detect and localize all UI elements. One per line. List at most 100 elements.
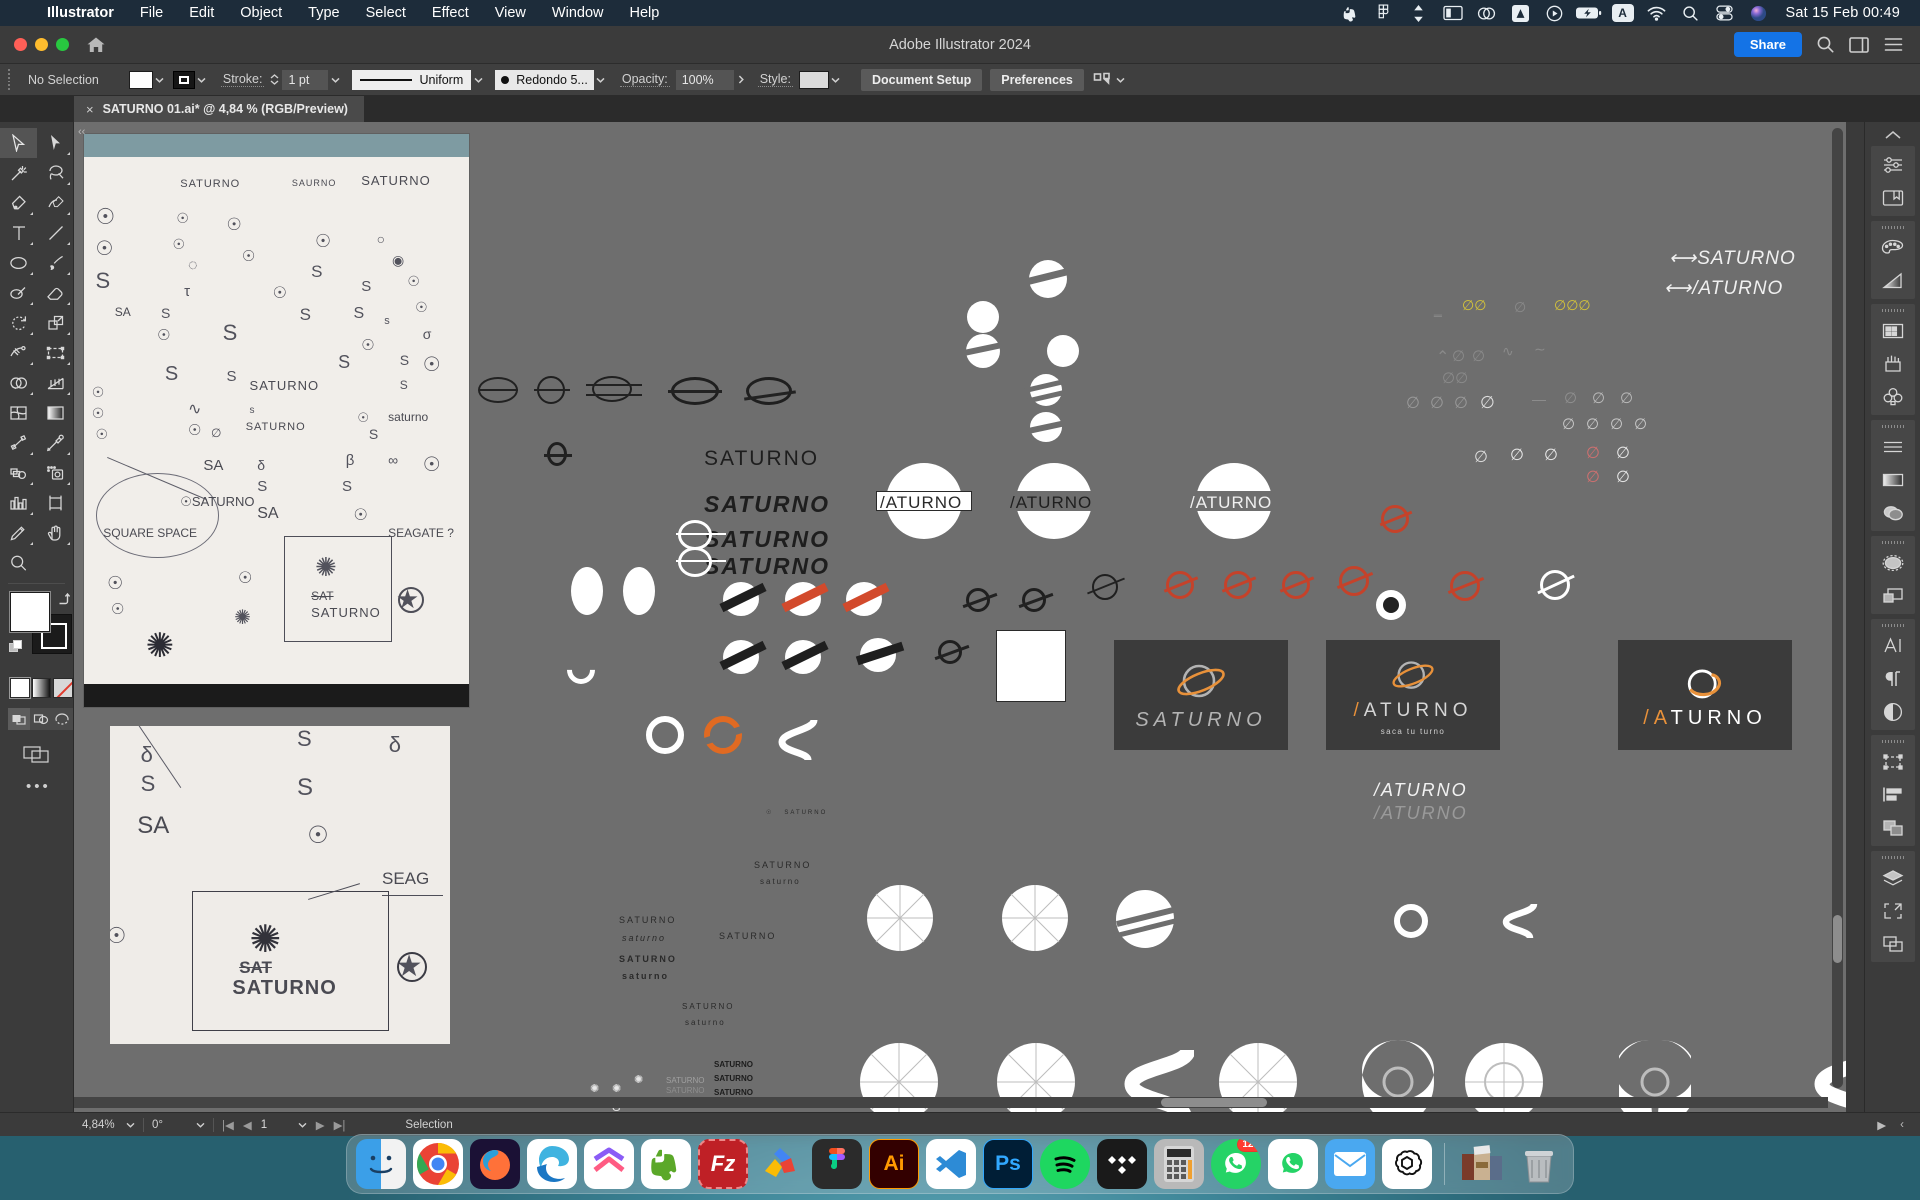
color-palette-icon[interactable] [1871, 231, 1915, 264]
canvas-area[interactable]: ‹‹ SATURNO SAURNO SATURNO ☉ ☉ S ☉ ☉ ◌ τ [74, 122, 1864, 1112]
menu-select[interactable]: Select [353, 1, 419, 25]
planet-shape-2[interactable] [967, 301, 999, 333]
default-fill-stroke-icon[interactable] [9, 640, 24, 655]
dock-app-mail[interactable] [1325, 1139, 1375, 1189]
transform-icon[interactable] [1871, 745, 1915, 778]
character-icon[interactable] [1871, 629, 1915, 662]
symbol-sprayer-tool[interactable] [0, 458, 37, 488]
sketch-photo-bottom[interactable]: δ S S δ S SA ☉ SEAG ✺ SAT SATURNO ★ ☉ [110, 726, 450, 1044]
logo-sketch-ring-5[interactable] [744, 376, 796, 410]
search-icon[interactable] [1814, 34, 1836, 56]
dock-app-visual-studio-code[interactable] [926, 1139, 976, 1189]
align-icon[interactable] [1871, 778, 1915, 811]
align-to-selection-icon[interactable] [1092, 69, 1114, 91]
planet-shape-5[interactable] [1024, 374, 1070, 406]
striped-planet-4[interactable] [719, 640, 767, 674]
graphic-style-swatch[interactable] [798, 70, 829, 89]
artboard-chevron-down-icon[interactable] [298, 1119, 307, 1131]
none-fill-mode-button[interactable] [53, 678, 74, 698]
shaper-tool[interactable] [0, 278, 37, 308]
status-play-icon[interactable]: ▶ [1877, 1118, 1886, 1132]
artboards-icon[interactable] [1871, 927, 1915, 960]
panel-drag-handle[interactable] [1871, 422, 1915, 430]
small-ring-mid-1[interactable] [1394, 904, 1428, 938]
logo-sketch-ring-3[interactable] [586, 374, 642, 408]
lasso-tool[interactable] [37, 158, 74, 188]
fill-color-swatch[interactable] [128, 70, 153, 89]
dock-app-microsoft-edge[interactable] [527, 1139, 577, 1189]
circle-wordmark-2[interactable]: /ATURNO [1006, 463, 1102, 539]
column-graph-tool[interactable] [0, 488, 37, 518]
menu-window[interactable]: Window [539, 1, 617, 25]
next-artboard-icon[interactable]: ▶ [316, 1118, 325, 1132]
planet-shape-3[interactable] [961, 334, 1005, 368]
gradient-fill-mode-button[interactable] [31, 678, 52, 698]
stroke-dropdown-chevron-down-icon[interactable] [195, 71, 209, 89]
zoom-tool[interactable] [0, 548, 37, 578]
pencil-tool[interactable] [0, 518, 37, 548]
panel-drag-handle[interactable] [1871, 737, 1915, 745]
tiny-text-1[interactable]: ☉ SATURNO [766, 809, 827, 816]
home-icon[interactable] [85, 34, 107, 56]
oval-shape-1[interactable] [571, 567, 603, 615]
brushes-icon[interactable] [1871, 347, 1915, 380]
status-collapse-icon[interactable]: ‹ [1900, 1119, 1904, 1131]
figma-icon[interactable] [1368, 0, 1402, 26]
dock-app-chatgpt[interactable] [1382, 1139, 1432, 1189]
zoom-level-field[interactable]: 4,84% [82, 1119, 126, 1131]
eyedropper-tool[interactable] [37, 428, 74, 458]
export-icon[interactable] [1871, 894, 1915, 927]
dock-app-google-chrome[interactable] [413, 1139, 463, 1189]
stroke-color-swatch[interactable] [172, 70, 195, 89]
spotlight-search-icon[interactable] [1674, 0, 1708, 26]
gradient-icon[interactable] [1871, 264, 1915, 297]
spoked-circle-1[interactable] [866, 884, 934, 952]
properties-icon[interactable] [1871, 148, 1915, 181]
dock-app-clickup[interactable] [584, 1139, 634, 1189]
wordmark-saturno-3[interactable]: SATURNO [704, 526, 830, 553]
logo-sketch-ring-4[interactable] [668, 376, 722, 410]
wordmark-saturno-4[interactable]: SATURNO [704, 553, 830, 580]
type-tool[interactable] [0, 218, 37, 248]
tiny-text-9[interactable]: SATURNO [682, 1002, 735, 1011]
wordmark-saturno-1[interactable]: SATURNO [704, 447, 819, 471]
striped-planet-5[interactable] [781, 640, 829, 674]
split-circle-s[interactable] [1114, 890, 1176, 948]
tiny-text-3[interactable]: saturno [760, 877, 801, 886]
document-tab[interactable]: × SATURNO 01.ai* @ 4,84 % (RGB/Preview) [74, 96, 364, 122]
small-ring-planet-3[interactable] [934, 640, 970, 668]
wordmark-saturno-2[interactable]: SATURNO [704, 491, 830, 518]
tiny-text-2[interactable]: SATURNO [754, 860, 811, 870]
red-ring-planet-2[interactable] [1221, 570, 1257, 600]
dock-app-whatsapp[interactable]: 121 [1211, 1139, 1261, 1189]
paintbrush-tool[interactable] [37, 248, 74, 278]
menu-view[interactable]: View [482, 1, 539, 25]
shape-builder-tool[interactable] [0, 368, 37, 398]
wordmark-top-right-2[interactable]: ⟷/ATURNO [1664, 277, 1783, 300]
striped-planet-1[interactable] [719, 582, 767, 616]
red-ring-planet-5[interactable] [1447, 570, 1485, 602]
opacity-mask-icon[interactable] [1871, 695, 1915, 728]
red-ring-planet-3[interactable] [1279, 570, 1315, 600]
free-transform-tool[interactable] [37, 338, 74, 368]
pen-tool[interactable] [0, 188, 37, 218]
line-segment-tool[interactable] [37, 218, 74, 248]
dock-app-firefox[interactable] [470, 1139, 520, 1189]
menu-type[interactable]: Type [295, 1, 352, 25]
dock-app-adobe-photoshop[interactable]: Ps [983, 1139, 1033, 1189]
circle-wordmark-3[interactable]: /ATURNO [1186, 463, 1282, 539]
tiny-text-10[interactable]: saturno [685, 1018, 726, 1027]
last-artboard-icon[interactable]: ▶| [334, 1118, 346, 1132]
mesh-tool[interactable] [0, 398, 37, 428]
menu-object[interactable]: Object [227, 1, 295, 25]
transparency-icon[interactable] [1871, 496, 1915, 529]
panel-drag-handle[interactable] [1871, 621, 1915, 629]
display-icon[interactable] [1436, 0, 1470, 26]
toolbar-more-button[interactable]: ••• [26, 778, 73, 795]
tiny-text-5[interactable]: saturno [622, 933, 666, 943]
dock-app-filezilla[interactable]: Fz [698, 1139, 748, 1189]
wordmark-ring-2[interactable] [676, 547, 726, 577]
dock-app-evernote[interactable] [641, 1139, 691, 1189]
wordmark-below-card-1[interactable]: /ATURNO [1374, 780, 1468, 801]
panel-collapse-icon[interactable]: ‹‹ [78, 126, 85, 138]
